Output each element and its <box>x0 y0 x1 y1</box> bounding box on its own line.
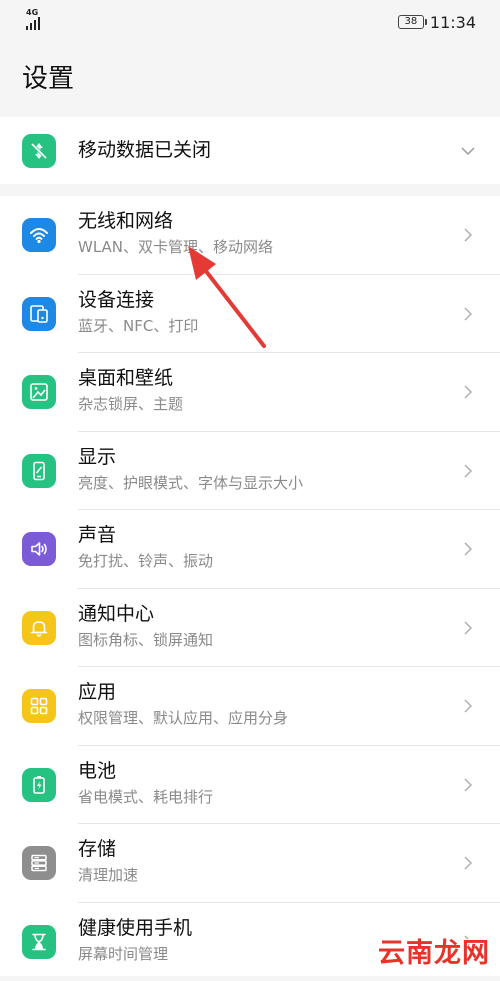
settings-item-wireless-network[interactable]: 无线和网络 WLAN、双卡管理、移动网络 <box>0 196 500 275</box>
chevron-right-icon <box>460 855 476 871</box>
settings-item-battery[interactable]: 电池 省电模式、耗电排行 <box>0 746 500 825</box>
status-bar: 4G 38 11:34 <box>0 0 500 44</box>
item-subtitle: 权限管理、默认应用、应用分身 <box>78 707 450 729</box>
item-text: 显示 亮度、护眼模式、字体与显示大小 <box>78 444 450 494</box>
item-text: 声音 免打扰、铃声、振动 <box>78 522 450 572</box>
settings-item-device-connection[interactable]: 设备连接 蓝牙、NFC、打印 <box>0 275 500 354</box>
speaker-icon <box>22 532 56 566</box>
item-subtitle: 亮度、护眼模式、字体与显示大小 <box>78 472 450 494</box>
mobile-data-row[interactable]: 移动数据已关闭 <box>0 117 500 184</box>
item-text: 桌面和壁纸 杂志锁屏、主题 <box>78 365 450 415</box>
item-text: 存储 清理加速 <box>78 836 450 886</box>
mobile-data-card: 移动数据已关闭 <box>0 117 500 184</box>
chevron-right-icon <box>460 541 476 557</box>
item-title: 显示 <box>78 444 450 470</box>
item-subtitle: 图标角标、锁屏通知 <box>78 629 450 651</box>
mobile-data-title: 移动数据已关闭 <box>78 137 450 163</box>
item-text: 应用 权限管理、默认应用、应用分身 <box>78 679 450 729</box>
signal-icon: 4G <box>26 14 40 30</box>
chevron-down-icon[interactable] <box>460 143 476 159</box>
item-title: 声音 <box>78 522 450 548</box>
item-title: 电池 <box>78 758 450 784</box>
item-text: 设备连接 蓝牙、NFC、打印 <box>78 287 450 337</box>
item-title: 应用 <box>78 679 450 705</box>
settings-item-storage[interactable]: 存储 清理加速 <box>0 824 500 903</box>
chevron-right-icon <box>460 463 476 479</box>
item-subtitle: WLAN、双卡管理、移动网络 <box>78 236 450 258</box>
item-title: 桌面和壁纸 <box>78 365 450 391</box>
hourglass-icon <box>22 925 56 959</box>
item-text: 无线和网络 WLAN、双卡管理、移动网络 <box>78 208 450 258</box>
settings-item-display[interactable]: 显示 亮度、护眼模式、字体与显示大小 <box>0 432 500 511</box>
page-title: 设置 <box>22 58 74 95</box>
item-subtitle: 清理加速 <box>78 864 450 886</box>
item-title: 设备连接 <box>78 287 450 313</box>
battery-icon: 38 <box>398 15 424 29</box>
settings-item-sound[interactable]: 声音 免打扰、铃声、振动 <box>0 510 500 589</box>
settings-item-notification-center[interactable]: 通知中心 图标角标、锁屏通知 <box>0 589 500 668</box>
chevron-right-icon <box>460 620 476 636</box>
network-type: 4G <box>26 8 38 17</box>
item-title: 通知中心 <box>78 601 450 627</box>
clock: 11:34 <box>430 13 476 32</box>
chevron-right-icon <box>460 698 476 714</box>
chevron-right-icon <box>460 306 476 322</box>
mobile-data-text: 移动数据已关闭 <box>78 137 450 163</box>
bell-icon <box>22 611 56 645</box>
chevron-right-icon <box>460 777 476 793</box>
chevron-right-icon <box>460 227 476 243</box>
item-text: 电池 省电模式、耗电排行 <box>78 758 450 808</box>
display-icon <box>22 454 56 488</box>
battery-level: 38 <box>405 16 418 27</box>
settings-list: 无线和网络 WLAN、双卡管理、移动网络 设备连接 蓝牙、NFC、打印 <box>0 196 500 976</box>
storage-icon <box>22 846 56 880</box>
wallpaper-icon <box>22 375 56 409</box>
item-text: 通知中心 图标角标、锁屏通知 <box>78 601 450 651</box>
chevron-right-icon <box>460 384 476 400</box>
apps-grid-icon <box>22 689 56 723</box>
device-connection-icon <box>22 297 56 331</box>
settings-item-desktop-wallpaper[interactable]: 桌面和壁纸 杂志锁屏、主题 <box>0 353 500 432</box>
settings-item-apps[interactable]: 应用 权限管理、默认应用、应用分身 <box>0 667 500 746</box>
item-title: 存储 <box>78 836 450 862</box>
item-subtitle: 杂志锁屏、主题 <box>78 393 450 415</box>
status-right: 38 11:34 <box>398 13 476 32</box>
item-title: 无线和网络 <box>78 208 450 234</box>
item-subtitle: 免打扰、铃声、振动 <box>78 550 450 572</box>
item-subtitle: 蓝牙、NFC、打印 <box>78 315 450 337</box>
battery-icon <box>22 768 56 802</box>
item-subtitle: 省电模式、耗电排行 <box>78 786 450 808</box>
wifi-icon <box>22 218 56 252</box>
mobile-data-off-icon <box>22 134 56 168</box>
watermark-logo: 云南龙网 <box>378 931 490 970</box>
